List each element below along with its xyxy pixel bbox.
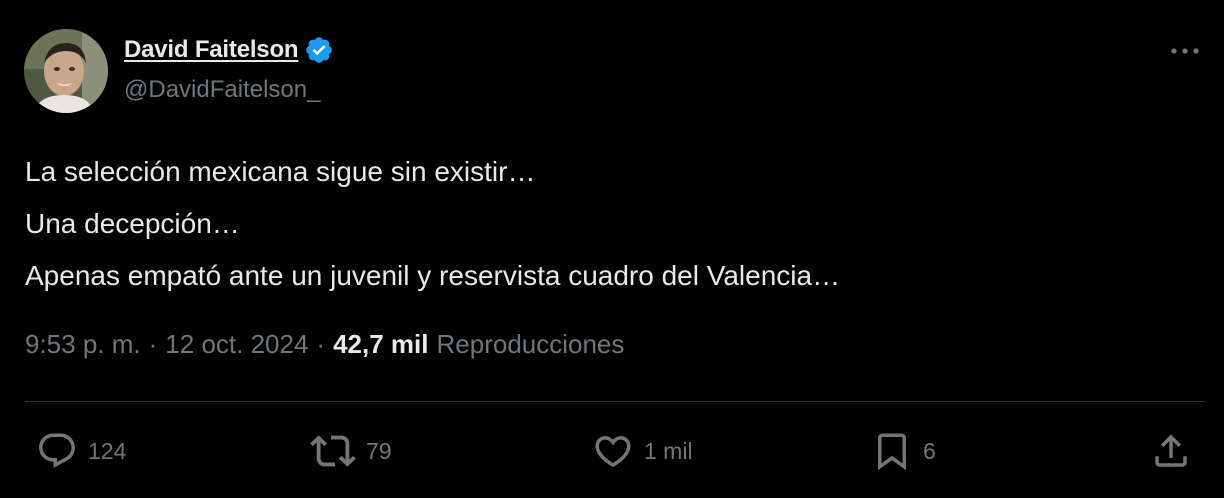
tweet-text-line: Una decepción… <box>25 208 240 239</box>
more-options-icon[interactable] <box>1166 38 1204 64</box>
author-name-row: David Faitelson <box>124 33 334 67</box>
reply-button[interactable]: 124 <box>36 428 126 474</box>
author-display-name[interactable]: David Faitelson <box>124 36 299 64</box>
divider <box>25 401 1205 402</box>
retweet-count: 79 <box>366 437 392 464</box>
bookmark-count: 6 <box>923 437 936 464</box>
verified-badge-icon[interactable] <box>304 35 334 65</box>
heart-icon <box>595 436 631 468</box>
retweet-icon <box>310 435 356 467</box>
tweet-time[interactable]: 9:53 p. m. <box>25 329 141 360</box>
author-handle[interactable]: @DavidFaitelson_ <box>124 76 320 104</box>
tweet-text-line: La selección mexicana sigue sin existir… <box>25 156 536 187</box>
tweet-meta: 9:53 p. m. · 12 oct. 2024 · 42,7 mil Rep… <box>25 329 624 360</box>
avatar[interactable] <box>24 29 108 113</box>
share-button[interactable] <box>1150 428 1192 474</box>
retweet-button[interactable]: 79 <box>310 428 392 474</box>
avatar-photo <box>24 29 108 113</box>
reply-icon <box>39 433 75 468</box>
tweet-text: La selección mexicana sigue sin existir…… <box>25 146 840 302</box>
tweet: David Faitelson @DavidFaitelson_ La sele… <box>0 0 1224 498</box>
views-label: Reproducciones <box>436 329 625 359</box>
meta-separator: · <box>316 329 326 359</box>
bookmark-icon <box>878 433 906 471</box>
views-count: 42,7 mil <box>333 329 429 359</box>
tweet-text-line: Apenas empató ante un juvenil y reservis… <box>25 260 841 291</box>
like-button[interactable]: 1 mil <box>592 428 693 474</box>
share-icon <box>1155 434 1187 467</box>
like-count: 1 mil <box>644 437 693 464</box>
meta-separator: · <box>148 329 158 359</box>
bookmark-button[interactable]: 6 <box>871 428 936 474</box>
reply-count: 124 <box>88 437 127 464</box>
tweet-date[interactable]: 12 oct. 2024 <box>165 329 308 360</box>
